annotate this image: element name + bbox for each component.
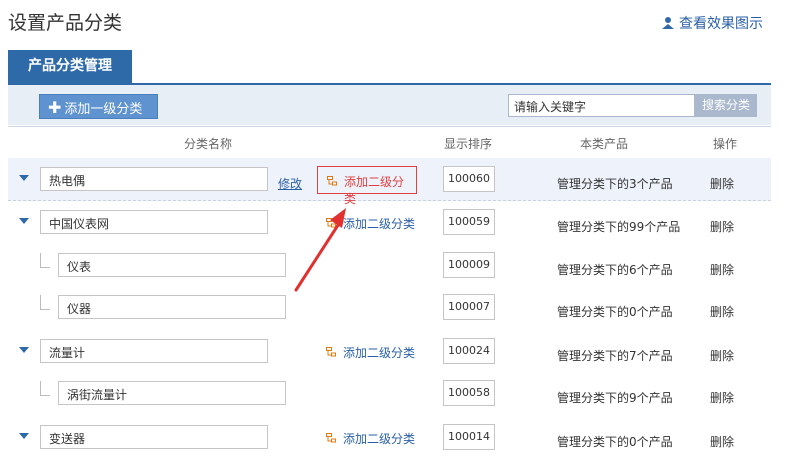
tree-connector	[40, 295, 50, 310]
category-name-input[interactable]: 变送器	[40, 425, 268, 449]
subcategory-icon	[326, 347, 336, 357]
category-name-input[interactable]: 流量计	[40, 339, 268, 363]
expand-icon[interactable]	[19, 218, 29, 224]
tab-bar: 产品分类管理	[8, 50, 771, 85]
manage-products-link[interactable]: 管理分类下的9个产品	[557, 389, 673, 406]
table-row: 仪器 100007 管理分类下的0个产品 删除	[8, 286, 771, 328]
order-input[interactable]: 100060	[443, 166, 495, 192]
edit-link[interactable]: 修改	[278, 175, 302, 192]
add-subcategory-label: 添加二级分类	[343, 217, 416, 231]
category-name-input[interactable]: 中国仪表网	[40, 210, 268, 234]
add-top-category-label: 添加一级分类	[64, 102, 143, 117]
search-button[interactable]: 搜索分类	[695, 94, 757, 117]
table-header: 分类名称 显示排序 本类产品 操作	[8, 126, 771, 158]
table-row: 流量计 添加二级分类 100024 管理分类下的7个产品 删除	[8, 330, 771, 372]
subcategory-icon	[326, 433, 336, 443]
search-input[interactable]: 请输入关键字	[508, 94, 695, 117]
expand-icon[interactable]	[19, 347, 29, 353]
delete-link[interactable]: 删除	[710, 218, 734, 235]
manage-products-link[interactable]: 管理分类下的0个产品	[557, 303, 673, 320]
subcategory-icon	[326, 218, 336, 228]
delete-link[interactable]: 删除	[710, 261, 734, 278]
view-demo-label: 查看效果图示	[679, 16, 763, 32]
add-subcategory-button[interactable]: 添加二级分类	[317, 166, 417, 206]
header-name: 分类名称	[184, 137, 233, 151]
header-products: 本类产品	[580, 137, 629, 151]
manage-products-link[interactable]: 管理分类下的0个产品	[557, 433, 673, 450]
add-subcategory-button[interactable]: 添加二级分类	[317, 209, 423, 237]
add-top-category-button[interactable]: ✚ 添加一级分类	[39, 94, 158, 119]
toolbar: ✚ 添加一级分类 请输入关键字 搜索分类	[8, 85, 771, 125]
category-name-input[interactable]: 热电偶	[40, 167, 268, 191]
order-input[interactable]: 100024	[443, 338, 495, 364]
table-row: 中国仪表网 添加二级分类 100059 管理分类下的99个产品 删除	[8, 201, 771, 243]
page-title: 设置产品分类	[8, 12, 123, 34]
delete-link[interactable]: 删除	[710, 433, 734, 450]
subcategory-icon	[327, 176, 337, 186]
add-subcategory-label: 添加二级分类	[343, 346, 416, 360]
order-input[interactable]: 100058	[443, 380, 495, 406]
table-row: 涡街流量计 100058 管理分类下的9个产品 删除	[8, 372, 771, 414]
manage-products-link[interactable]: 管理分类下的6个产品	[557, 261, 673, 278]
table-row: 热电偶 修改 添加二级分类 100060 管理分类下的3个产品 删除	[8, 158, 771, 206]
demo-icon	[661, 16, 675, 30]
plus-icon: ✚	[48, 98, 62, 117]
manage-products-link[interactable]: 管理分类下的3个产品	[557, 175, 673, 192]
add-subcategory-button[interactable]: 添加二级分类	[317, 338, 423, 366]
category-name-input[interactable]: 涡街流量计	[58, 381, 286, 405]
manage-products-link[interactable]: 管理分类下的99个产品	[557, 218, 680, 235]
delete-link[interactable]: 删除	[710, 303, 734, 320]
order-input[interactable]: 100009	[443, 252, 495, 278]
order-input[interactable]: 100014	[443, 424, 495, 450]
header-actions: 操作	[713, 137, 738, 151]
expand-icon[interactable]	[19, 433, 29, 439]
view-demo-link[interactable]: 查看效果图示	[661, 13, 763, 33]
delete-link[interactable]: 删除	[710, 347, 734, 364]
table-row: 变送器 添加二级分类 100014 管理分类下的0个产品 删除	[8, 416, 771, 458]
order-input[interactable]: 100007	[443, 294, 495, 320]
manage-products-link[interactable]: 管理分类下的7个产品	[557, 347, 673, 364]
expand-icon[interactable]	[19, 175, 29, 181]
category-name-input[interactable]: 仪表	[58, 253, 286, 277]
tree-connector	[40, 253, 50, 268]
table-row: 仪表 100009 管理分类下的6个产品 删除	[8, 244, 771, 286]
header-order: 显示排序	[444, 137, 493, 151]
delete-link[interactable]: 删除	[710, 175, 734, 192]
category-name-input[interactable]: 仪器	[58, 295, 286, 319]
add-subcategory-label: 添加二级分类	[343, 432, 416, 446]
tree-connector	[40, 381, 50, 396]
add-subcategory-button[interactable]: 添加二级分类	[317, 424, 423, 452]
tab-category-management[interactable]: 产品分类管理	[8, 50, 132, 83]
delete-link[interactable]: 删除	[710, 389, 734, 406]
order-input[interactable]: 100059	[443, 209, 495, 235]
